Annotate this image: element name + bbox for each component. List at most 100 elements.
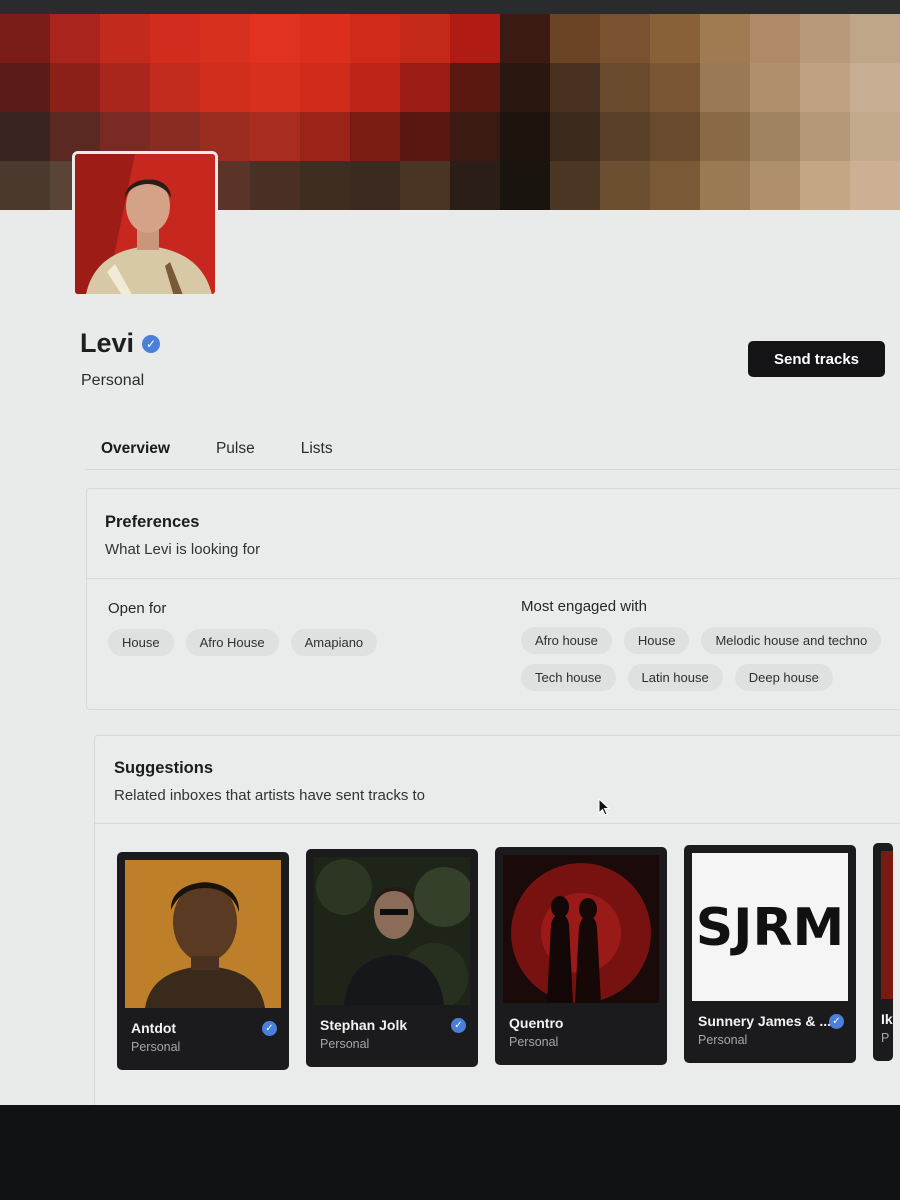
banner-pixel [800, 161, 850, 210]
tile-name: Stephan Jolk [320, 1017, 408, 1033]
banner-pixel [700, 63, 750, 112]
genre-chip[interactable]: Deep house [734, 664, 833, 691]
artist-photo [314, 857, 470, 1005]
profile-name: Levi [80, 328, 135, 358]
banner-pixel [50, 14, 100, 63]
banner-pixel [850, 112, 900, 161]
banner-pixel [250, 14, 300, 63]
banner-pixel [500, 112, 550, 161]
banner-pixel [800, 112, 850, 161]
genre-chip[interactable]: Amapiano [290, 629, 378, 656]
sjrm-logo-text: SJRM [696, 898, 845, 958]
suggestion-tile-sunnery-james[interactable]: SJRM Sunnery James & ... ✓ Personal [684, 845, 856, 1063]
open-for-chips: House Afro House Amapiano [108, 629, 378, 656]
suggestion-tiles: Antdot ✓ Personal Stephan Jolk ✓ Persona… [117, 843, 893, 1070]
banner-pixel [600, 161, 650, 210]
banner-pixel [350, 63, 400, 112]
tile-name: Sunnery James & ... [698, 1013, 832, 1029]
suggestions-title: Suggestions [114, 759, 214, 777]
banner-pixel [650, 161, 700, 210]
banner-pixel [600, 63, 650, 112]
genre-chip[interactable]: House [623, 627, 690, 654]
artist-photo [503, 855, 659, 1003]
verified-check-icon: ✓ [142, 334, 161, 353]
banner-pixel [700, 161, 750, 210]
suggestion-tile-quentro[interactable]: Quentro Personal [495, 847, 667, 1065]
banner-pixel [250, 112, 300, 161]
tile-name: Ik [881, 1011, 893, 1027]
tile-role: P [881, 1031, 890, 1045]
tab-pulse[interactable]: Pulse [186, 436, 271, 469]
banner-pixel [450, 63, 500, 112]
banner-pixel [650, 63, 700, 112]
banner-pixel [600, 112, 650, 161]
tile-role: Personal [131, 1040, 181, 1054]
tab-lists[interactable]: Lists [271, 436, 349, 469]
preferences-header: Preferences What Levi is looking for [87, 489, 900, 579]
most-engaged-chips: Afro house House Melodic house and techn… [521, 627, 900, 691]
artist-photo [125, 860, 281, 1008]
banner-pixel [0, 112, 50, 161]
banner-pixel [50, 63, 100, 112]
send-tracks-button[interactable]: Send tracks [748, 341, 885, 377]
monitor-top-bezel [0, 0, 900, 14]
genre-chip[interactable]: House [108, 629, 174, 656]
banner-pixel [100, 63, 150, 112]
banner-pixel [550, 161, 600, 210]
banner-pixel [550, 63, 600, 112]
tile-role: Personal [320, 1037, 370, 1051]
banner-pixel [650, 112, 700, 161]
verified-check-icon: ✓ [262, 1021, 277, 1036]
banner-pixel [400, 161, 450, 210]
tile-name: Quentro [509, 1015, 564, 1031]
banner-pixel [550, 112, 600, 161]
preferences-subtitle: What Levi is looking for [105, 541, 261, 558]
open-for-label: Open for [108, 600, 167, 617]
suggestions-card: Suggestions Related inboxes that artists… [94, 735, 900, 1105]
banner-pixel [100, 14, 150, 63]
banner-pixel [600, 14, 650, 63]
banner-pixel [150, 14, 200, 63]
banner-pixel [850, 161, 900, 210]
artist-logo: SJRM [692, 853, 848, 1001]
banner-pixel [200, 14, 250, 63]
genre-chip[interactable]: Tech house [521, 664, 616, 691]
banner-pixel [700, 112, 750, 161]
genre-chip[interactable]: Melodic house and techno [701, 627, 882, 654]
genre-chip[interactable]: Afro House [185, 629, 279, 656]
banner-pixel [800, 14, 850, 63]
preferences-card: Preferences What Levi is looking for Ope… [86, 488, 900, 710]
banner-pixel [400, 63, 450, 112]
verified-check-icon: ✓ [829, 1014, 844, 1029]
profile-tabs: Overview Pulse Lists [85, 436, 900, 470]
banner-pixel [300, 14, 350, 63]
suggestion-tile-stephan-jolk[interactable]: Stephan Jolk ✓ Personal [306, 849, 478, 1067]
banner-pixel [350, 14, 400, 63]
most-engaged-section: Most engaged with Afro house House Melod… [521, 598, 900, 691]
banner-pixel [350, 161, 400, 210]
banner-pixel [150, 63, 200, 112]
banner-pixel [750, 161, 800, 210]
banner-pixel [450, 14, 500, 63]
banner-pixel [400, 112, 450, 161]
banner-pixel [400, 14, 450, 63]
suggestion-tile-antdot[interactable]: Antdot ✓ Personal [117, 852, 289, 1070]
banner-pixel [800, 63, 850, 112]
banner-pixel [250, 63, 300, 112]
tile-role: Personal [509, 1035, 559, 1049]
monitor-bottom-bezel [0, 1105, 900, 1200]
genre-chip[interactable]: Afro house [521, 627, 612, 654]
banner-pixel [850, 63, 900, 112]
banner-pixel [0, 63, 50, 112]
genre-chip[interactable]: Latin house [627, 664, 723, 691]
banner-pixel [250, 161, 300, 210]
suggestion-tile-partial[interactable]: Ik P [873, 843, 893, 1061]
banner-pixel [300, 63, 350, 112]
banner-pixel [850, 14, 900, 63]
banner-pixel [300, 112, 350, 161]
banner-pixel [300, 161, 350, 210]
banner-pixel [200, 63, 250, 112]
tab-overview[interactable]: Overview [85, 436, 186, 469]
profile-role: Personal [81, 372, 145, 389]
banner-pixel [700, 14, 750, 63]
